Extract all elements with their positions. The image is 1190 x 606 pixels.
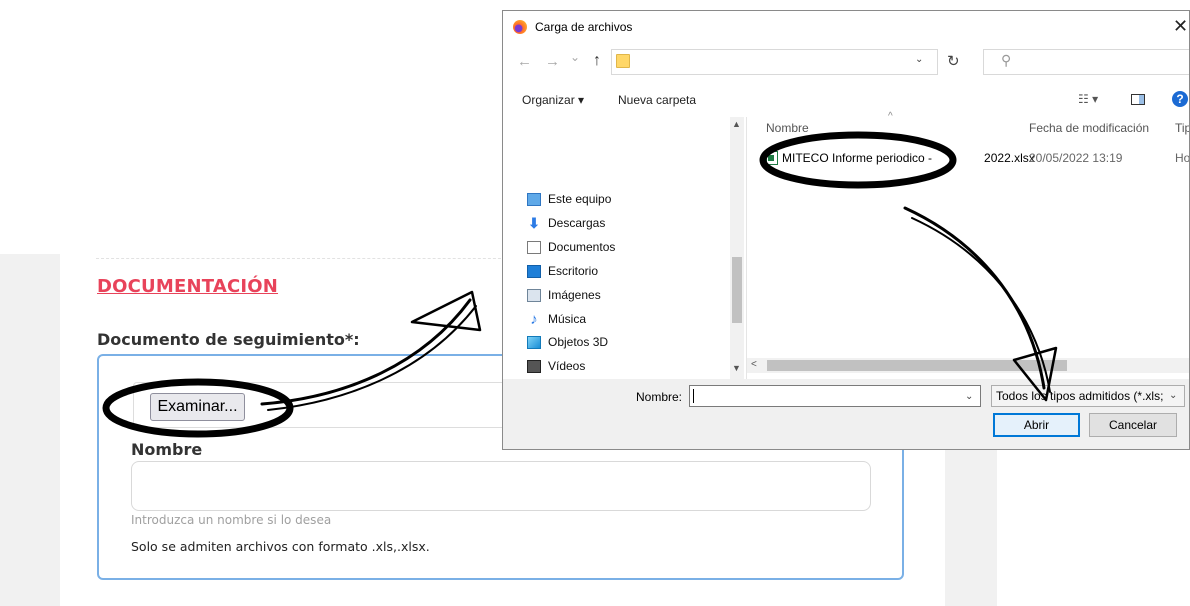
excel-file-icon — [766, 151, 778, 165]
firefox-icon — [513, 20, 527, 34]
nav-item-label: Descargas — [548, 216, 606, 230]
file-name-suffix: 2022.xlsx — [984, 151, 1035, 165]
scroll-left-icon[interactable]: < — [751, 359, 757, 370]
nav-item-label: Imágenes — [548, 288, 601, 302]
file-upload-dialog: Carga de archivos ✕ ← → ⌄ ↑ ⌄ ↻ ⚲ Organi… — [502, 10, 1190, 450]
format-note: Solo se admiten archivos con formato .xl… — [131, 539, 430, 554]
column-header-date[interactable]: Fecha de modificación — [1029, 121, 1149, 135]
name-help-text: Introduzca un nombre si lo desea — [131, 513, 332, 527]
nav-item-videos[interactable]: Vídeos — [527, 357, 585, 375]
download-icon: ⬇ — [528, 214, 540, 231]
nav-item-label: Objetos 3D — [548, 335, 609, 349]
horizontal-scrollbar[interactable]: < — [747, 358, 1189, 373]
dialog-title-bar: Carga de archivos ✕ — [503, 11, 1189, 43]
text-cursor — [693, 389, 694, 403]
document-icon — [527, 240, 541, 254]
organize-menu[interactable]: Organizar ▾ — [522, 93, 584, 107]
filetype-select[interactable]: Todos los tipos admitidos (*.xls; — [991, 385, 1185, 407]
nav-item-label: Música — [548, 312, 587, 326]
browse-button[interactable]: Examinar... — [150, 393, 245, 421]
address-bar[interactable] — [611, 49, 938, 75]
page-background-left — [0, 254, 60, 606]
nav-item-musica[interactable]: ♪ Música — [527, 310, 586, 328]
scroll-up-icon[interactable]: ▲ — [732, 119, 741, 129]
nav-item-documentos[interactable]: Documentos — [527, 238, 615, 256]
search-input[interactable] — [983, 49, 1189, 75]
navigation-bar: ← → ⌄ ↑ ⌄ ↻ ⚲ — [503, 49, 1189, 77]
cancel-button[interactable]: Cancelar — [1089, 413, 1177, 437]
section-title: DOCUMENTACIÓN — [97, 276, 279, 297]
column-header-type[interactable]: Tip — [1175, 121, 1189, 135]
refresh-icon[interactable]: ↻ — [947, 52, 960, 70]
navigation-pane-scrollbar[interactable]: ▲ ▼ — [730, 117, 744, 379]
desktop-icon — [527, 264, 541, 278]
forward-arrow-icon[interactable]: → — [545, 53, 560, 70]
horizontal-scrollbar-thumb[interactable] — [767, 360, 1067, 371]
file-date: 20/05/2022 13:19 — [1029, 151, 1123, 165]
name-input[interactable] — [131, 461, 871, 511]
back-arrow-icon[interactable]: ← — [517, 53, 532, 70]
videos-icon — [527, 359, 541, 373]
open-button[interactable]: Abrir — [993, 413, 1080, 437]
page-background-right — [945, 445, 997, 606]
column-header-name[interactable]: Nombre — [766, 121, 809, 135]
view-options-icon[interactable]: ☷ ▾ — [1078, 92, 1098, 106]
nav-item-label: Vídeos — [548, 359, 586, 373]
scrollbar-thumb[interactable] — [732, 257, 742, 323]
nav-item-este-equipo[interactable]: Este equipo — [527, 190, 611, 208]
preview-pane-icon[interactable] — [1131, 94, 1145, 105]
file-type: Ho — [1175, 151, 1190, 165]
divider — [96, 258, 516, 259]
chevron-down-icon[interactable]: ⌄ — [1169, 390, 1177, 401]
recent-locations-icon[interactable]: ⌄ — [570, 50, 580, 64]
nav-item-label: Documentos — [548, 240, 616, 254]
pictures-icon — [527, 288, 541, 302]
nav-item-escritorio[interactable]: Escritorio — [527, 262, 598, 280]
up-arrow-icon[interactable]: ↑ — [593, 52, 601, 70]
3d-objects-icon — [527, 335, 541, 349]
computer-icon — [527, 192, 541, 206]
command-bar: Organizar ▾ Nueva carpeta ☷ ▾ ? — [503, 89, 1189, 111]
nav-item-label: Este equipo — [548, 192, 612, 206]
dialog-title: Carga de archivos — [535, 20, 633, 34]
search-icon: ⚲ — [1001, 52, 1012, 68]
scroll-down-icon[interactable]: ▼ — [732, 363, 741, 373]
nav-item-label: Escritorio — [548, 264, 599, 278]
nav-item-objetos-3d[interactable]: Objetos 3D — [527, 333, 608, 351]
chevron-down-icon[interactable]: ⌄ — [915, 54, 923, 65]
chevron-down-icon[interactable]: ⌄ — [965, 391, 973, 402]
filename-input[interactable] — [689, 385, 981, 407]
sort-ascending-icon: ^ — [888, 111, 893, 122]
filename-label: Nombre: — [636, 390, 683, 404]
folder-icon — [616, 54, 630, 68]
new-folder-button[interactable]: Nueva carpeta — [618, 93, 696, 107]
document-field-label: Documento de seguimiento*: — [97, 330, 360, 349]
help-icon[interactable]: ? — [1172, 91, 1188, 107]
file-name: MITECO Informe periodico - — [782, 151, 933, 165]
name-label: Nombre — [131, 440, 203, 459]
nav-item-imagenes[interactable]: Imágenes — [527, 286, 601, 304]
file-row[interactable]: MITECO Informe periodico - 2022.xlsx — [766, 149, 1035, 167]
close-icon[interactable]: ✕ — [1173, 16, 1188, 37]
music-icon: ♪ — [530, 310, 538, 328]
nav-item-descargas[interactable]: ⬇ Descargas — [527, 214, 605, 232]
